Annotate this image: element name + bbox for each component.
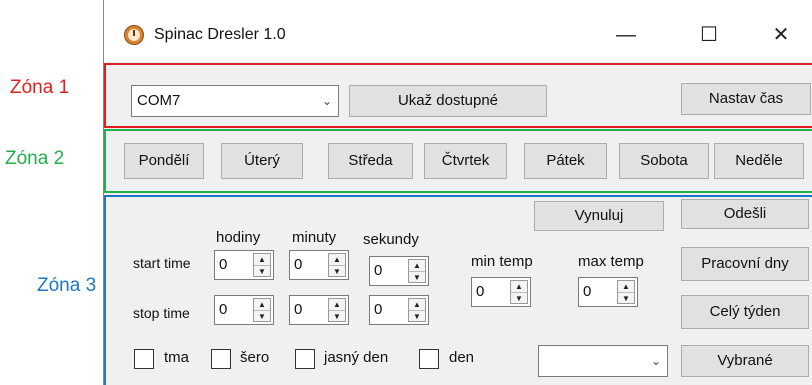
stepper-arrows[interactable]: ▲ ▼ [328,253,346,277]
clock-icon [124,25,144,45]
day-button-saturday[interactable]: Sobota [619,143,709,179]
zone-2: Pondělí Úterý Středa Čtvrtek Pátek Sobot… [104,129,812,193]
arrow-down-icon[interactable]: ▼ [254,310,270,321]
stepper-arrows[interactable]: ▲ ▼ [408,298,426,322]
max-temp-value: 0 [583,283,592,300]
arrow-up-icon[interactable]: ▲ [409,299,425,310]
day-button-friday[interactable]: Pátek [524,143,607,179]
set-time-button[interactable]: Nastav čas [681,83,811,115]
chevron-down-icon: ⌄ [650,354,661,368]
day-button-tuesday[interactable]: Úterý [221,143,303,179]
day-button-thursday[interactable]: Čtvrtek [424,143,507,179]
arrow-down-icon[interactable]: ▼ [329,310,345,321]
start-hours-value: 0 [219,256,228,273]
stepper-arrows[interactable]: ▲ ▼ [253,298,271,322]
show-available-button[interactable]: Ukaž dostupné [349,85,547,117]
day-button-monday[interactable]: Pondělí [124,143,204,179]
whole-week-button[interactable]: Celý týden [681,295,809,329]
arrow-down-icon[interactable]: ▼ [511,292,527,303]
arrow-up-icon[interactable]: ▲ [254,299,270,310]
chevron-down-icon: ⌄ [321,94,332,108]
minutes-header: minuty [292,229,337,246]
max-temp-stepper[interactable]: 0 ▲ ▼ [578,277,638,307]
stepper-arrows[interactable]: ▲ ▼ [253,253,271,277]
stepper-arrows[interactable]: ▲ ▼ [617,280,635,304]
checkbox-day-label: den [449,349,475,366]
window-title: Spinac Dresler 1.0 [154,26,286,43]
arrow-up-icon[interactable]: ▲ [409,260,425,271]
checkbox-bright-day-label: jasný den [324,349,389,366]
stop-minutes-value: 0 [294,301,303,318]
stop-time-label: stop time [133,305,190,321]
zone-2-label: Zóna 2 [5,148,65,169]
selected-button[interactable]: Vybrané [681,345,809,377]
hours-header: hodiny [216,229,261,246]
stop-hours-stepper[interactable]: 0 ▲ ▼ [214,295,274,325]
start-minutes-stepper[interactable]: 0 ▲ ▼ [289,250,349,280]
start-minutes-value: 0 [294,256,303,273]
min-temp-label: min temp [471,253,533,270]
arrow-up-icon[interactable]: ▲ [618,281,634,292]
arrow-down-icon[interactable]: ▼ [409,310,425,321]
checkbox-dark[interactable] [134,349,154,369]
zone-3-label: Zóna 3 [37,275,97,296]
arrow-up-icon[interactable]: ▲ [329,299,345,310]
arrow-down-icon[interactable]: ▼ [254,265,270,276]
zone-3: Vynuluj Odešli hodiny minuty sekundy sta… [104,195,812,385]
checkbox-dusk-label: šero [240,349,270,366]
arrow-down-icon[interactable]: ▼ [329,265,345,276]
port-select[interactable]: COM7 ⌄ [131,85,339,117]
stepper-arrows[interactable]: ▲ ▼ [408,259,426,283]
workdays-button[interactable]: Pracovní dny [681,247,809,281]
app-window: Spinac Dresler 1.0 — ☐ ✕ COM7 ⌄ Ukaž dos… [103,0,812,385]
checkbox-dark-label: tma [164,349,190,366]
arrow-up-icon[interactable]: ▲ [511,281,527,292]
stop-seconds-value: 0 [374,301,383,318]
stop-seconds-stepper[interactable]: 0 ▲ ▼ [369,295,429,325]
seconds-header: sekundy [363,231,419,248]
start-seconds-value: 0 [374,262,383,279]
zone-1-label: Zóna 1 [10,77,70,98]
minimize-button[interactable]: — [604,18,648,52]
reset-button[interactable]: Vynuluj [534,201,664,231]
close-button[interactable]: ✕ [759,18,803,52]
maximize-button[interactable]: ☐ [687,18,731,52]
start-hours-stepper[interactable]: 0 ▲ ▼ [214,250,274,280]
checkbox-bright-day[interactable] [295,349,315,369]
arrow-down-icon[interactable]: ▼ [409,271,425,282]
min-temp-stepper[interactable]: 0 ▲ ▼ [471,277,531,307]
selection-select[interactable]: ⌄ [538,345,668,377]
checkbox-day[interactable] [419,349,439,369]
start-seconds-stepper[interactable]: 0 ▲ ▼ [369,256,429,286]
checkbox-dusk[interactable] [211,349,231,369]
arrow-up-icon[interactable]: ▲ [329,254,345,265]
zone-1: COM7 ⌄ Ukaž dostupné Nastav čas [104,63,812,128]
stepper-arrows[interactable]: ▲ ▼ [328,298,346,322]
arrow-down-icon[interactable]: ▼ [618,292,634,303]
title-bar: Spinac Dresler 1.0 — ☐ ✕ [104,0,812,62]
max-temp-label: max temp [578,253,644,270]
stop-hours-value: 0 [219,301,228,318]
stepper-arrows[interactable]: ▲ ▼ [510,280,528,304]
min-temp-value: 0 [476,283,485,300]
day-button-wednesday[interactable]: Středa [328,143,413,179]
arrow-up-icon[interactable]: ▲ [254,254,270,265]
start-time-label: start time [133,255,191,271]
stop-minutes-stepper[interactable]: 0 ▲ ▼ [289,295,349,325]
day-button-sunday[interactable]: Neděle [714,143,804,179]
send-button[interactable]: Odešli [681,199,809,229]
port-select-value: COM7 [137,92,181,109]
